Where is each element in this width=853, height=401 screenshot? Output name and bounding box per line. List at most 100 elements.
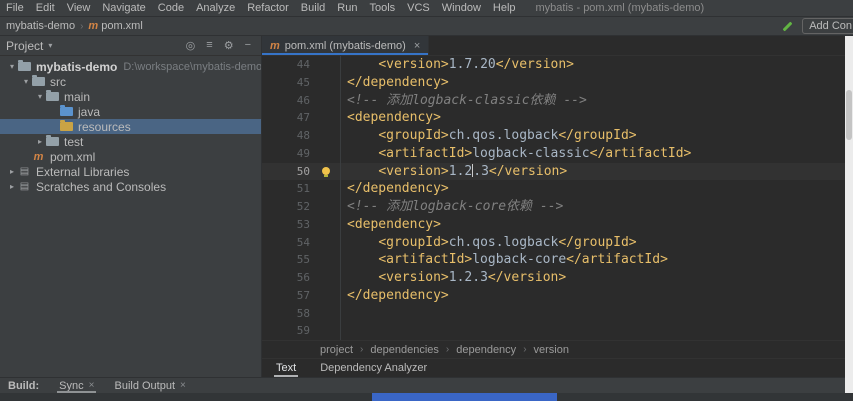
editor-tab-pom-xml[interactable]: m pom.xml (mybatis-demo) × — [262, 36, 430, 55]
project-panel-title[interactable]: Project — [6, 39, 43, 53]
chevron-down-icon[interactable]: ▾ — [20, 77, 32, 86]
view-tab-text[interactable]: Text — [274, 359, 299, 377]
breadcrumb-dependencies[interactable]: dependencies — [370, 344, 439, 356]
editor-breadcrumbs: project › dependencies › dependency › version — [262, 340, 853, 358]
code-line-45[interactable]: 45 </dependency> — [262, 73, 853, 92]
locate-icon[interactable]: ◎ — [186, 39, 196, 52]
code-line-47[interactable]: 47 <dependency> — [262, 109, 853, 127]
menu-item-vcs[interactable]: VCS — [401, 2, 436, 14]
editor-tab-label: pom.xml (mybatis-demo) — [284, 39, 406, 52]
menu-item-refactor[interactable]: Refactor — [241, 2, 295, 14]
gutter-space — [314, 145, 340, 163]
code-text — [340, 304, 853, 323]
scrollbar-thumb[interactable] — [846, 90, 852, 140]
code-text: 1.2.3 — [448, 270, 488, 285]
tree-item-resources[interactable]: resources — [0, 119, 261, 134]
code-line-48[interactable]: 48 <groupId>ch.qos.logback</groupId> — [262, 127, 853, 145]
code-tag: <version> — [378, 163, 449, 179]
code-tag: <artifactId> — [378, 252, 473, 268]
menu-bar: File Edit View Navigate Code Analyze Refactor B… — [0, 0, 853, 17]
add-configuration-button[interactable]: Add Con — [802, 18, 853, 34]
build-tab-sync[interactable]: Sync × — [55, 378, 98, 393]
tree-item-src[interactable]: ▾ src — [0, 74, 261, 89]
line-number: 47 — [296, 111, 310, 125]
code-line-53[interactable]: 53 <dependency> — [262, 215, 853, 234]
chevron-right-icon[interactable]: ▸ — [34, 137, 46, 146]
code-line-54[interactable]: 54 <groupId>ch.qos.logback</groupId> — [262, 233, 853, 252]
code-line-51[interactable]: 51 </dependency> — [262, 180, 853, 198]
tree-item-scratches-and-consoles[interactable]: ▸ ▤ Scratches and Consoles — [0, 179, 261, 194]
chevron-right-icon[interactable]: ▸ — [6, 182, 18, 191]
code-line-44[interactable]: 44 <version>1.7.20</version> — [262, 56, 853, 74]
collapse-all-icon[interactable]: ≡ — [206, 39, 212, 52]
breadcrumb-version[interactable]: version — [534, 344, 569, 356]
tree-item-mybatis-demo[interactable]: ▾ mybatis-demo D:\workspace\mybatis-demo — [0, 59, 261, 74]
tree-item-test[interactable]: ▸ test — [0, 134, 261, 149]
menu-item-analyze[interactable]: Analyze — [190, 2, 241, 14]
gutter-space — [314, 216, 340, 234]
build-label: Build: — [8, 379, 40, 392]
tree-item-main[interactable]: ▾ main — [0, 89, 261, 104]
settings-gear-icon[interactable]: ⚙ — [224, 39, 234, 52]
code-text: .3 — [473, 163, 489, 179]
menu-item-code[interactable]: Code — [152, 2, 190, 14]
menu-item-edit[interactable]: Edit — [30, 2, 61, 14]
line-number: 53 — [296, 217, 310, 231]
code-line-55[interactable]: 55 <artifactId>logback-core</artifactId> — [262, 251, 853, 269]
code-text: </dependency> — [340, 73, 853, 92]
breadcrumb-dependency[interactable]: dependency — [456, 344, 516, 356]
menu-item-window[interactable]: Window — [436, 2, 487, 14]
breadcrumb-item-pom-xml[interactable]: m pom.xml — [88, 20, 142, 32]
gutter-space — [314, 198, 340, 216]
line-number: 59 — [296, 324, 310, 338]
breadcrumb-project[interactable]: project — [320, 344, 353, 356]
menu-item-build[interactable]: Build — [295, 2, 331, 14]
code-line-58[interactable]: 58 — [262, 304, 853, 323]
code-tag: </version> — [495, 57, 575, 72]
build-tab-build-output[interactable]: Build Output × — [110, 378, 189, 393]
code-line-57[interactable]: 57 </dependency> — [262, 286, 853, 305]
close-icon[interactable]: × — [180, 380, 186, 391]
chevron-right-icon[interactable]: ▸ — [6, 167, 18, 176]
menu-item-file[interactable]: File — [0, 2, 30, 14]
code-line-46[interactable]: 46 <!-- 添加logback-classic依赖 --> — [262, 91, 853, 110]
chevron-down-icon[interactable]: ▾ — [34, 92, 46, 101]
code-line-56[interactable]: 56 <version>1.2.3</version> — [262, 269, 853, 287]
tree-item-pom-xml[interactable]: m pom.xml — [0, 149, 261, 164]
editor-code[interactable]: 44 <version>1.7.20</version> 45 </dependen… — [262, 56, 853, 340]
menu-item-view[interactable]: View — [61, 2, 97, 14]
menu-item-tools[interactable]: Tools — [363, 2, 401, 14]
code-line-52[interactable]: 52 <!-- 添加logback-core依赖 --> — [262, 198, 853, 216]
close-icon[interactable]: × — [89, 380, 95, 391]
intention-bulb-icon[interactable] — [314, 163, 340, 181]
chevron-down-icon[interactable]: ▾ — [48, 41, 52, 50]
maven-icon: m — [33, 150, 44, 163]
edit-pencil-icon — [782, 21, 793, 31]
menu-item-navigate[interactable]: Navigate — [96, 2, 151, 14]
code-line-49[interactable]: 49 <artifactId>logback-classic</artifact… — [262, 144, 853, 163]
code-tag: </version> — [487, 270, 567, 285]
tree-item-label: External Libraries — [36, 164, 130, 179]
menu-item-help[interactable]: Help — [487, 2, 522, 14]
code-line-50[interactable]: 50 <version>1.2.3</version> — [262, 162, 853, 181]
status-progress — [372, 393, 557, 401]
folder-java-icon — [60, 105, 73, 116]
code-line-59[interactable]: 59 — [262, 322, 853, 340]
close-icon[interactable]: × — [414, 40, 420, 52]
tree-item-java[interactable]: java — [0, 104, 261, 119]
line-number: 51 — [296, 182, 310, 196]
chevron-down-icon[interactable]: ▾ — [6, 62, 18, 71]
gutter-space — [314, 56, 340, 74]
hide-panel-icon[interactable]: − — [245, 39, 251, 52]
nav-breadcrumb: mybatis-demo › m pom.xml — [6, 20, 143, 32]
view-tab-dependency-analyzer[interactable]: Dependency Analyzer — [318, 359, 429, 377]
tree-item-external-libraries[interactable]: ▸ ▤ External Libraries — [0, 164, 261, 179]
tree-item-path: D:\workspace\mybatis-demo — [123, 60, 261, 73]
menu-item-run[interactable]: Run — [331, 2, 363, 14]
code-tag: </artifactId> — [589, 145, 692, 161]
breadcrumb-item-mybatis-demo[interactable]: mybatis-demo — [6, 20, 75, 32]
code-text: <version>1.2.3</version> — [340, 162, 853, 181]
gutter-space — [314, 269, 340, 287]
